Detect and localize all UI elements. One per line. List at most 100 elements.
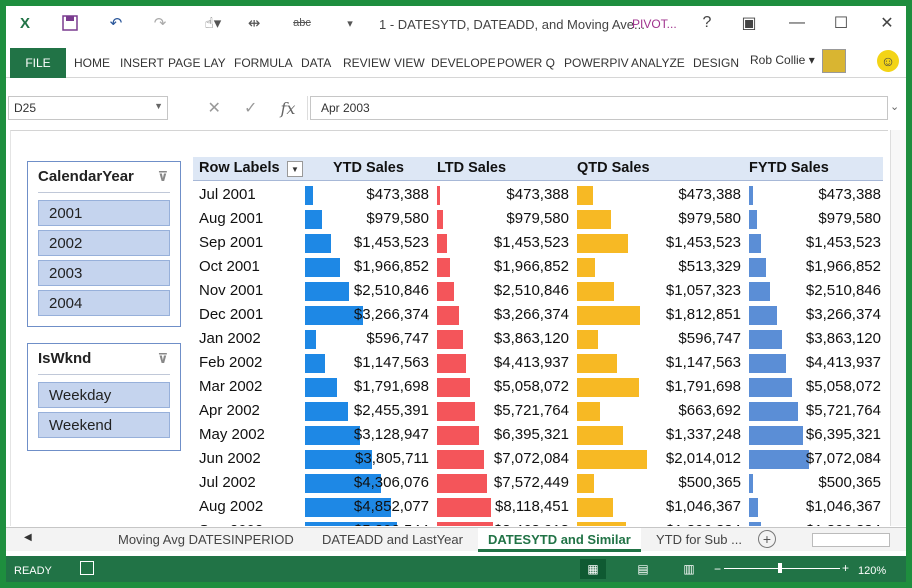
feedback-smiley-icon[interactable]: ☺ xyxy=(877,50,899,72)
touch-mode-icon[interactable]: ☝▾ xyxy=(198,12,228,34)
ytd-value[interactable]: $2,455,391 xyxy=(354,402,429,419)
sheet-tab-datesytd[interactable]: DATESYTD and Similar xyxy=(478,528,641,552)
table-row[interactable]: May 2002 $3,128,947 $6,395,321 $1,337,248 $6… xyxy=(193,423,883,447)
name-box[interactable]: D25 ▼ xyxy=(8,96,168,120)
fytd-value[interactable]: $5,721,764 xyxy=(806,402,881,419)
table-row[interactable]: Aug 2001 $979,580 $979,580 $979,580 $979,580 xyxy=(193,207,883,231)
zoom-in-icon[interactable]: + xyxy=(842,561,849,575)
table-row[interactable]: Aug 2002 $4,852,077 $8,118,451 $1,046,367 $1… xyxy=(193,495,883,519)
qtd-value[interactable]: $500,365 xyxy=(678,474,741,491)
fytd-value[interactable]: $7,072,084 xyxy=(806,450,881,467)
ltd-value[interactable]: $6,395,321 xyxy=(494,426,569,443)
table-row[interactable]: Oct 2001 $1,966,852 $1,966,852 $513,329 $1,9… xyxy=(193,255,883,279)
spelling-icon[interactable]: abc xyxy=(288,12,316,34)
ytd-value[interactable]: $4,306,076 xyxy=(354,474,429,491)
fytd-value[interactable]: $6,395,321 xyxy=(806,426,881,443)
slicer-item-2001[interactable]: 2001 xyxy=(38,200,170,226)
tab-analyze[interactable]: ANALYZE xyxy=(631,56,685,70)
ltd-value[interactable]: $8,468,918 xyxy=(494,522,569,526)
ltd-value[interactable]: $5,721,764 xyxy=(494,402,569,419)
qtd-value[interactable]: $663,692 xyxy=(678,402,741,419)
save-icon[interactable] xyxy=(58,12,82,34)
fytd-value[interactable]: $1,966,852 xyxy=(806,258,881,275)
ltd-value[interactable]: $8,118,451 xyxy=(495,498,569,515)
fytd-value[interactable]: $1,046,367 xyxy=(806,498,881,515)
slicer-item-weekday[interactable]: Weekday xyxy=(38,382,170,408)
formula-input[interactable]: Apr 2003 xyxy=(310,96,888,120)
tab-developer[interactable]: DEVELOPE xyxy=(431,56,496,70)
ltd-value[interactable]: $473,388 xyxy=(506,186,569,203)
qtd-value[interactable]: $1,147,563 xyxy=(666,354,741,371)
ribbon-display-icon[interactable]: ▣ xyxy=(734,12,764,34)
ltd-value[interactable]: $2,510,846 xyxy=(494,282,569,299)
qtd-value[interactable]: $1,812,851 xyxy=(666,306,741,323)
fytd-value[interactable]: $500,365 xyxy=(818,474,881,491)
qtd-value[interactable]: $1,057,323 xyxy=(666,282,741,299)
ltd-value[interactable]: $1,966,852 xyxy=(494,258,569,275)
ytd-value[interactable]: $1,453,523 xyxy=(354,234,429,251)
fytd-value[interactable]: $473,388 xyxy=(818,186,881,203)
qtd-value[interactable]: $979,580 xyxy=(678,210,741,227)
ytd-value[interactable]: $5,202,544 xyxy=(354,522,429,526)
ytd-value[interactable]: $3,805,711 xyxy=(355,450,429,467)
tab-file[interactable]: FILE xyxy=(10,48,66,78)
qtd-value[interactable]: $1,396,834 xyxy=(666,522,741,526)
ytd-value[interactable]: $2,510,846 xyxy=(354,282,429,299)
help-button[interactable]: ? xyxy=(692,12,722,34)
macro-record-icon[interactable] xyxy=(80,561,94,575)
ytd-value[interactable]: $473,388 xyxy=(366,186,429,203)
minimize-icon[interactable]: — xyxy=(782,12,812,34)
ltd-value[interactable]: $1,453,523 xyxy=(494,234,569,251)
zoom-slider-knob[interactable] xyxy=(778,563,782,573)
align-icon[interactable]: ⇹ xyxy=(242,12,266,34)
ytd-value[interactable]: $3,128,947 xyxy=(354,426,429,443)
row-labels-filter-button[interactable]: ▼ xyxy=(287,161,303,177)
fytd-value[interactable]: $2,510,846 xyxy=(806,282,881,299)
table-row[interactable]: Nov 2001 $2,510,846 $2,510,846 $1,057,323 $2… xyxy=(193,279,883,303)
close-icon[interactable]: ✕ xyxy=(872,12,902,34)
tab-insert[interactable]: INSERT xyxy=(120,56,164,70)
table-row[interactable]: Jan 2002 $596,747 $3,863,120 $596,747 $3,863… xyxy=(193,327,883,351)
normal-view-icon[interactable]: ▦ xyxy=(580,559,606,579)
add-sheet-icon[interactable]: + xyxy=(758,530,776,548)
clear-filter-icon[interactable]: ⊽ xyxy=(157,351,168,367)
horizontal-scrollbar[interactable] xyxy=(812,533,890,547)
table-row[interactable]: Feb 2002 $1,147,563 $4,413,937 $1,147,563 $4… xyxy=(193,351,883,375)
fytd-value[interactable]: $1,453,523 xyxy=(806,234,881,251)
ltd-value[interactable]: $5,058,072 xyxy=(494,378,569,395)
maximize-icon[interactable]: ☐ xyxy=(826,12,856,34)
table-row[interactable]: Sep 2001 $1,453,523 $1,453,523 $1,453,523 $1… xyxy=(193,231,883,255)
tab-formulas[interactable]: FORMULA xyxy=(234,56,293,70)
ltd-value[interactable]: $4,413,937 xyxy=(494,354,569,371)
tab-design[interactable]: DESIGN xyxy=(693,56,739,70)
tab-powerpivot[interactable]: POWERPIV xyxy=(564,56,629,70)
undo-icon[interactable]: ↶ xyxy=(104,12,128,34)
cancel-icon[interactable]: ✕ xyxy=(208,98,221,118)
enter-icon[interactable]: ✓ xyxy=(244,98,257,118)
page-layout-view-icon[interactable]: ▤ xyxy=(630,559,656,579)
slicer-item-2002[interactable]: 2002 xyxy=(38,230,170,256)
sheet-tab-dateadd[interactable]: DATEADD and LastYear xyxy=(322,532,463,547)
fytd-value[interactable]: $5,058,072 xyxy=(806,378,881,395)
qtd-value[interactable]: $596,747 xyxy=(678,330,741,347)
page-break-view-icon[interactable]: ▥ xyxy=(676,559,702,579)
worksheet-grid[interactable]: CalendarYear ⊽ 2001 2002 2003 2004 IsWkn… xyxy=(10,130,888,526)
fytd-value[interactable]: $3,266,374 xyxy=(806,306,881,323)
ytd-value[interactable]: $596,747 xyxy=(366,330,429,347)
user-name[interactable]: Rob Collie ▾ xyxy=(750,53,815,67)
ytd-value[interactable]: $1,966,852 xyxy=(354,258,429,275)
avatar[interactable] xyxy=(822,49,846,73)
name-box-dropdown-icon[interactable]: ▼ xyxy=(154,101,163,111)
vertical-scrollbar[interactable] xyxy=(890,130,906,526)
expand-formula-icon[interactable]: ⌄ xyxy=(890,100,899,113)
qtd-value[interactable]: $473,388 xyxy=(678,186,741,203)
qtd-value[interactable]: $1,791,698 xyxy=(666,378,741,395)
sheet-tab-moving-avg[interactable]: Moving Avg DATESINPERIOD xyxy=(118,532,294,547)
slicer-item-weekend[interactable]: Weekend xyxy=(38,412,170,438)
fytd-value[interactable]: $4,413,937 xyxy=(806,354,881,371)
clear-filter-icon[interactable]: ⊽ xyxy=(157,169,168,185)
sheet-nav-left-icon[interactable]: ◀ xyxy=(24,532,32,543)
insert-function-icon[interactable]: fx xyxy=(281,99,296,118)
table-row[interactable]: Jul 2001 $473,388 $473,388 $473,388 $473,388 xyxy=(193,183,883,207)
tab-review[interactable]: REVIEW xyxy=(343,56,390,70)
